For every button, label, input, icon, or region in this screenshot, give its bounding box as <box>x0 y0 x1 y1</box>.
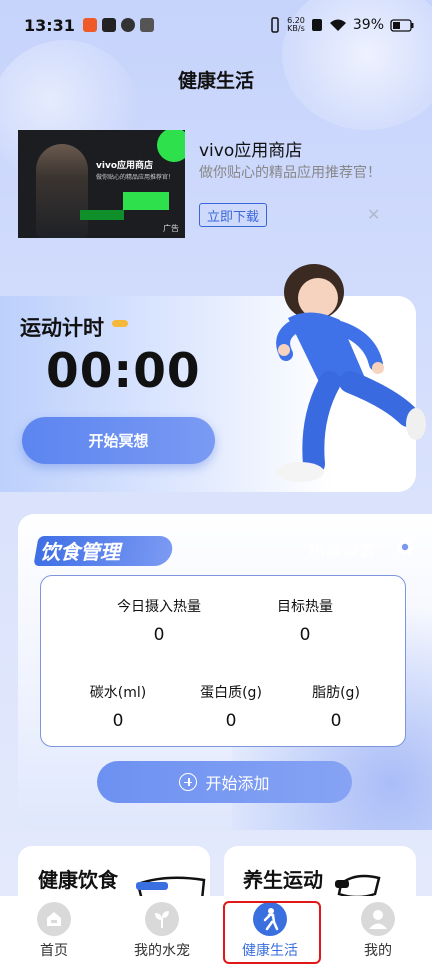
status-time: 13:31 <box>24 15 75 35</box>
battery-percent: 39% <box>352 17 384 33</box>
nav-label-me: 我的 <box>364 943 392 959</box>
play-notification-icon <box>101 18 116 32</box>
download-button[interactable]: 立即下载 <box>199 203 267 227</box>
ad-person-image <box>36 144 88 238</box>
battery-icon <box>390 18 414 32</box>
target-calorie-label: 目标热量 <box>277 599 333 615</box>
ad-tag: 广告 <box>163 224 179 233</box>
calorie-settings-link[interactable]: 热量设置 <box>308 536 376 561</box>
fat-label: 脂肪(g) <box>312 685 360 701</box>
user-icon <box>361 902 395 936</box>
label-accent <box>112 320 128 327</box>
today-intake-label: 今日摄入热量 <box>117 599 201 615</box>
protein-label: 蛋白质(g) <box>200 685 262 701</box>
ad-description: 做你贴心的精品应用推荐官！ <box>199 165 381 181</box>
protein-value: 0 <box>225 711 237 731</box>
nav-item-me[interactable]: 我的 <box>324 896 432 964</box>
no-sim-icon <box>311 19 322 31</box>
start-adding-label: 开始添加 <box>205 774 270 793</box>
wifi-icon <box>329 19 346 31</box>
exercise-timer: 00:00 <box>46 344 201 399</box>
wellness-exercise-title: 养生运动 <box>243 868 323 892</box>
sprout-icon <box>145 902 179 936</box>
ad-decoration <box>123 192 169 210</box>
gear-icon[interactable] <box>394 536 416 558</box>
selection-highlight-box <box>223 901 321 964</box>
ad-decoration <box>80 210 124 220</box>
home-icon <box>37 902 71 936</box>
network-speed-unit: KB/s <box>287 24 305 33</box>
ad-image[interactable]: vivo应用商店 做你贴心的精品应用推荐官！ 广告 <box>18 130 185 238</box>
nav-label-my-pet: 我的水宠 <box>134 943 190 959</box>
network-speed: 6.20 KB/s <box>287 17 305 33</box>
target-calorie-value: 0 <box>299 625 311 645</box>
sync-notification-icon <box>120 18 135 32</box>
close-icon[interactable]: ✕ <box>367 205 380 224</box>
start-meditation-button[interactable]: 开始冥想 <box>22 417 215 464</box>
app-notification-icon <box>139 18 154 32</box>
nav-item-my-pet[interactable]: 我的水宠 <box>108 896 216 964</box>
diet-label: 饮食管理 <box>40 540 120 564</box>
runner-illustration <box>276 264 426 482</box>
carbs-value: 0 <box>112 711 124 731</box>
ad-image-brand: vivo应用商店 <box>96 161 154 171</box>
exercise-label: 运动计时 <box>20 316 104 340</box>
nav-item-home[interactable]: 首页 <box>0 896 108 964</box>
app-notification-icon <box>82 18 97 32</box>
status-bar: 13:31 6.20 KB/s 39% <box>0 0 432 50</box>
page-title: 健康生活 <box>177 70 254 92</box>
bottom-nav: 首页 我的水宠 健康生活 我的 <box>0 896 432 964</box>
carbs-label: 碳水(ml) <box>89 685 147 701</box>
vibrate-icon <box>271 17 279 33</box>
start-adding-button[interactable]: 开始添加 <box>97 761 352 803</box>
ad-image-subtitle: 做你贴心的精品应用推荐官！ <box>96 174 175 181</box>
healthy-diet-title: 健康饮食 <box>38 868 118 892</box>
ad-title[interactable]: vivo应用商店 <box>199 136 302 161</box>
plus-icon <box>179 773 198 791</box>
nav-label-home: 首页 <box>40 943 68 959</box>
today-intake-value: 0 <box>153 625 165 645</box>
ad-badge <box>152 130 185 167</box>
fat-value: 0 <box>330 711 342 731</box>
